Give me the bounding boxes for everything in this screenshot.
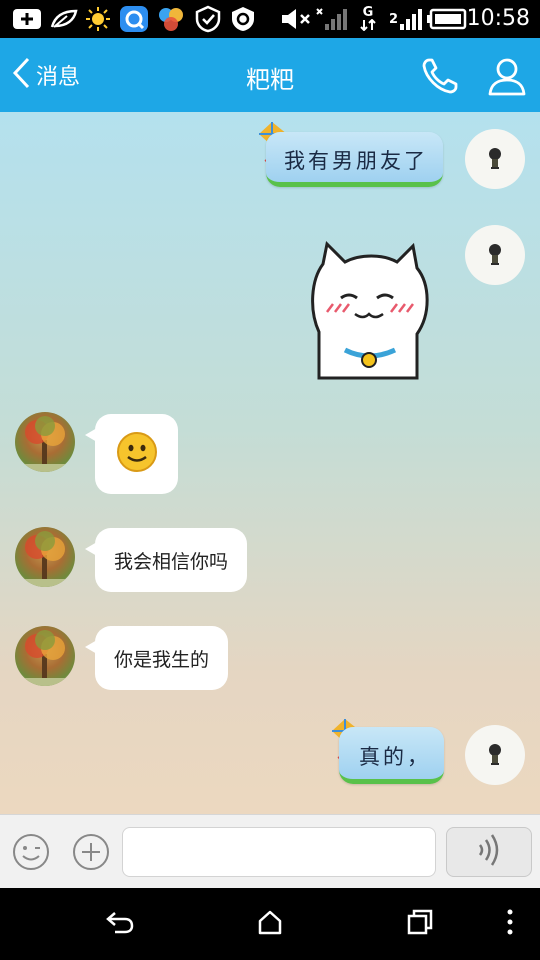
add-icon — [10, 7, 44, 31]
emoji-button[interactable] — [12, 833, 50, 871]
avatar[interactable] — [465, 725, 525, 785]
chat-area[interactable]: 我有男朋友了 我会相信你吗 你是我生的 真的， — [0, 112, 540, 814]
sun-icon — [84, 7, 112, 31]
chat-header: 消息 粑粑 — [0, 38, 540, 112]
qq-browser-icon — [118, 6, 150, 32]
shield-icon — [193, 5, 223, 33]
avatar[interactable] — [15, 527, 75, 587]
volume-mute-icon — [280, 7, 314, 31]
avatar[interactable] — [15, 626, 75, 686]
signal-2-icon: 2 — [388, 7, 424, 31]
data-icon: G — [356, 5, 380, 31]
cat-blush-sticker — [305, 240, 435, 384]
nav-recents-button[interactable] — [400, 908, 440, 940]
avatar[interactable] — [465, 225, 525, 285]
qq-color-icon — [155, 7, 187, 31]
phone-icon — [420, 58, 460, 100]
clock: 10:58 — [466, 6, 530, 31]
network-type-label: G — [362, 5, 374, 20]
nav-menu-button[interactable] — [490, 908, 530, 940]
message-outgoing[interactable]: 我有男朋友了 — [255, 120, 455, 200]
message-incoming[interactable]: 我会相信你吗 — [84, 528, 248, 592]
message-text: 真的， — [359, 745, 431, 769]
system-nav-bar — [0, 888, 540, 960]
message-incoming[interactable]: 你是我生的 — [84, 626, 229, 690]
emoji-icon — [12, 834, 50, 875]
voice-icon — [474, 833, 504, 871]
signal-icon — [314, 7, 350, 31]
menu-dots-icon — [506, 909, 514, 939]
avatar[interactable] — [15, 412, 75, 472]
leaf-icon — [48, 7, 80, 31]
message-outgoing[interactable] — [305, 240, 435, 380]
smile-emoji — [116, 431, 158, 477]
settings-shield-icon — [228, 7, 258, 31]
battery-icon — [427, 7, 467, 31]
person-icon — [486, 58, 528, 100]
avatar[interactable] — [465, 129, 525, 189]
nav-back-button[interactable] — [100, 908, 140, 940]
message-incoming[interactable] — [85, 414, 178, 494]
message-text: 我会相信你吗 — [114, 550, 229, 573]
message-outgoing[interactable]: 真的， — [328, 717, 456, 797]
profile-button[interactable] — [486, 56, 528, 96]
message-text: 我有男朋友了 — [284, 149, 428, 173]
phone-button[interactable] — [420, 56, 460, 96]
input-bar — [0, 814, 540, 888]
message-input[interactable] — [122, 827, 436, 877]
message-text: 你是我生的 — [114, 648, 210, 671]
home-icon — [257, 909, 283, 939]
recents-icon — [407, 909, 433, 939]
sim-label: 2 — [388, 11, 399, 27]
back-icon — [105, 909, 135, 939]
plus-icon — [72, 834, 110, 875]
voice-button[interactable] — [446, 827, 532, 877]
more-button[interactable] — [72, 833, 110, 871]
nav-home-button[interactable] — [250, 908, 290, 940]
status-bar: G 2 10:58 — [0, 0, 540, 38]
